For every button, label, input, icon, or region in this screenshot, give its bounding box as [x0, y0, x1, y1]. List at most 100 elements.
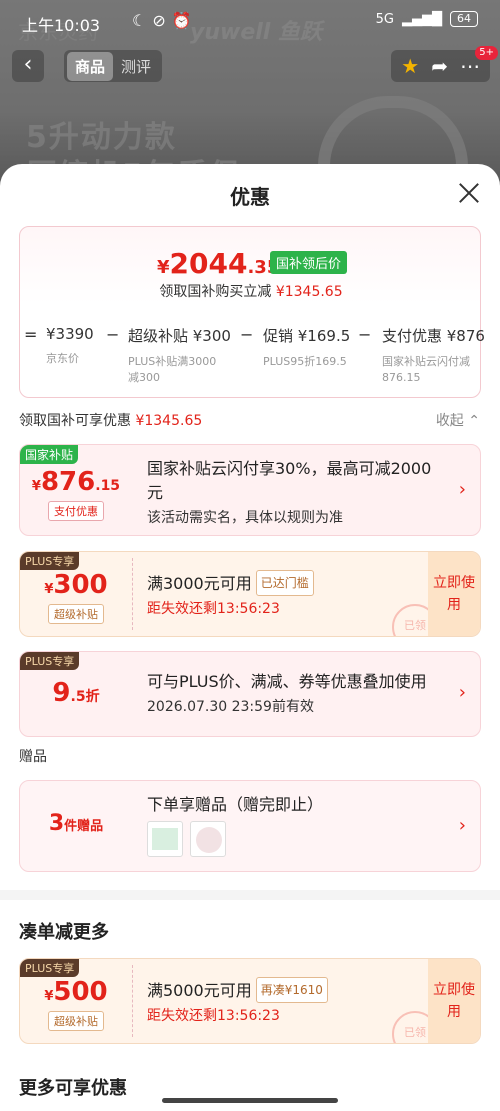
coupon-plus-500[interactable]: PLUS专享 ¥500 超级补贴 满5000元可用 再凑¥1610 距失效还剩13…: [19, 958, 481, 1044]
coupon-amount: ¥500: [20, 977, 132, 1007]
breakdown-item: ¥3390 京东价: [46, 325, 94, 367]
minus-sign: −: [240, 325, 254, 344]
coupon-sub-text: 2026.07.30 23:59前有效: [147, 699, 314, 715]
coupon-plus-300[interactable]: PLUS专享 ¥300 超级补贴 满3000元可用 已达门槛 距失效还剩13:56…: [19, 551, 481, 637]
coupon-type: 超级补贴: [48, 604, 104, 624]
coupon-decimal: .15: [95, 478, 121, 494]
breakdown-desc: 京东价: [46, 352, 79, 365]
coupon-integer: 876: [40, 467, 96, 497]
screen: 京东灵药 yuwell 鱼跃 5升动力款 压缩机5年质保 上午10:03 ☾⊘⏰…: [0, 0, 500, 1111]
coupon-currency: ¥: [31, 479, 41, 494]
available-amount: ¥1345.65: [135, 413, 203, 429]
available-text: 领取国补可享优惠: [19, 413, 131, 429]
minus-sign: −: [358, 325, 372, 344]
gift-thumbnail[interactable]: [190, 821, 226, 857]
collapse-label: 收起: [435, 413, 464, 429]
gift-count-number: 3: [48, 811, 65, 836]
coupon-countdown: 距失效还剩13:56:23: [147, 601, 280, 617]
coupon-main-text: 满5000元可用: [147, 981, 252, 1000]
status-bar: 上午10:03 ☾⊘⏰ 5G ▂▄▆█ 64: [0, 0, 500, 44]
back-icon[interactable]: ‹: [12, 50, 44, 82]
coupon-divider: [132, 965, 133, 1037]
breakdown-desc-line: 国家补贴云闪付减: [382, 355, 470, 368]
coupon-tag: 国家补贴: [20, 445, 79, 464]
coupon-left: PLUS专享 ¥500 超级补贴: [20, 959, 132, 1043]
status-icons: ☾⊘⏰: [132, 11, 198, 30]
coupon-tag: PLUS专享: [20, 959, 80, 977]
subsidy-price-badge: 国补领后价: [270, 251, 348, 274]
breakdown-desc-line: PLUS补贴满3000: [128, 355, 217, 368]
tab-review[interactable]: 测评: [113, 52, 159, 81]
coupon-type: 支付优惠: [48, 501, 104, 521]
breakdown-amount: 支付优惠 ¥876: [382, 327, 485, 345]
breakdown-item: 促销 ¥169.5 PLUS95折169.5: [263, 325, 350, 370]
product-navbar: ‹ 商品 测评 ★ ➦ ⋯ 5+: [0, 46, 500, 88]
breakdown-desc-line: 876.15: [382, 371, 421, 384]
use-now-button[interactable]: 立即使用: [428, 552, 480, 636]
gift-body: 下单享赠品（赠完即止）: [147, 793, 440, 817]
coupon-integer: 300: [53, 570, 108, 600]
signal-icon: ▂▄▆█: [402, 11, 442, 27]
use-now-button[interactable]: 立即使用: [428, 959, 480, 1043]
tab-product[interactable]: 商品: [67, 51, 114, 81]
section-separator: [0, 890, 500, 900]
gift-count: 3件赠品: [20, 811, 132, 836]
chevron-up-icon: ⌃: [468, 413, 480, 429]
coupon-amount: ¥876.15: [20, 467, 132, 497]
breakdown-item: 超级补贴 ¥300 PLUS补贴满3000 减300: [128, 325, 231, 386]
coupon-countdown: 距失效还剩13:56:23: [147, 1008, 280, 1024]
more-savings-title: 凑单减更多: [19, 922, 109, 943]
price-summary: ¥2044.35 国补领后价 领取国补购买立减 ¥1345.65 = ¥3390…: [19, 226, 485, 398]
battery-icon: 64: [450, 11, 478, 27]
coupon-tag: PLUS专享: [20, 552, 80, 570]
breakdown-amount: ¥3390: [46, 325, 94, 343]
home-indicator[interactable]: [162, 1098, 338, 1103]
coupon-left: 国家补贴 ¥876.15 支付优惠: [20, 445, 132, 535]
favorite-star-icon[interactable]: ★: [401, 54, 419, 78]
coupon-amount: ¥300: [20, 570, 132, 600]
coupon-body: 国家补贴云闪付享30%，最高可减2000元 该活动需实名，具体以规则为准: [147, 457, 440, 527]
product-tabs: 商品 测评: [64, 50, 163, 82]
close-icon[interactable]: [458, 182, 480, 204]
gift-section-label: 赠品: [19, 749, 47, 765]
minus-sign: −: [106, 325, 120, 344]
available-discount-label: 领取国补可享优惠 ¥1345.65: [19, 410, 202, 430]
coupon-decimal: .5折: [70, 689, 100, 705]
chevron-right-icon[interactable]: ›: [459, 479, 466, 500]
coupon-integer: 9: [52, 678, 71, 708]
gift-card[interactable]: 3件赠品 下单享赠品（赠完即止） ›: [19, 780, 481, 872]
coupon-left: PLUS专享 ¥300 超级补贴: [20, 552, 132, 636]
share-icon[interactable]: ➦: [431, 54, 448, 78]
breakdown-amount: 促销 ¥169.5: [263, 327, 351, 345]
subsidy-savings-line: 领取国补购买立减 ¥1345.65: [20, 281, 482, 301]
breakdown-amount: 超级补贴 ¥300: [128, 327, 231, 345]
coupon-type: 超级补贴: [48, 1011, 104, 1031]
sheet-title: 优惠: [230, 185, 270, 209]
breakdown-desc: 国家补贴云闪付减 876.15: [382, 354, 485, 386]
coupon-body: 满5000元可用 再凑¥1610 距失效还剩13:56:23: [147, 977, 420, 1025]
breakdown-item: 支付优惠 ¥876 国家补贴云闪付减 876.15: [382, 325, 485, 386]
coupon-tag: PLUS专享: [20, 652, 80, 670]
price-breakdown: = ¥3390 京东价 − 超级补贴 ¥300 PLUS补贴满3000 减300 …: [20, 325, 485, 395]
coupon-plus-discount[interactable]: PLUS专享 9.5折 可与PLUS价、满减、券等优惠叠加使用 2026.07.…: [19, 651, 481, 737]
threshold-tag: 再凑¥1610: [255, 977, 328, 1003]
chevron-right-icon[interactable]: ›: [459, 682, 466, 703]
savings-amount: ¥1345.65: [275, 284, 343, 300]
coupon-main-text: 可与PLUS价、满减、券等优惠叠加使用: [147, 672, 427, 691]
coupon-sub-text: 该活动需实名，具体以规则为准: [147, 510, 343, 526]
notification-badge: 5+: [475, 46, 498, 60]
price-currency: ¥: [157, 257, 170, 278]
savings-text: 领取国补购买立减: [159, 284, 272, 300]
coupon-gov-subsidy[interactable]: 国家补贴 ¥876.15 支付优惠 国家补贴云闪付享30%，最高可减2000元 …: [19, 444, 481, 536]
final-price: ¥2044.35: [157, 247, 279, 280]
status-time: 上午10:03: [22, 16, 101, 35]
breakdown-desc-line: 减300: [128, 371, 160, 384]
equals-sign: =: [24, 325, 38, 344]
gift-thumbnail[interactable]: [147, 821, 183, 857]
threshold-tag: 已达门槛: [255, 570, 314, 596]
coupon-amount: 9.5折: [20, 678, 132, 708]
coupon-body: 可与PLUS价、满减、券等优惠叠加使用 2026.07.30 23:59前有效: [147, 670, 440, 716]
chevron-right-icon[interactable]: ›: [459, 815, 466, 836]
coupon-main-row: 满3000元可用 已达门槛: [147, 570, 420, 596]
collapse-toggle[interactable]: 收起 ⌃: [436, 410, 480, 430]
